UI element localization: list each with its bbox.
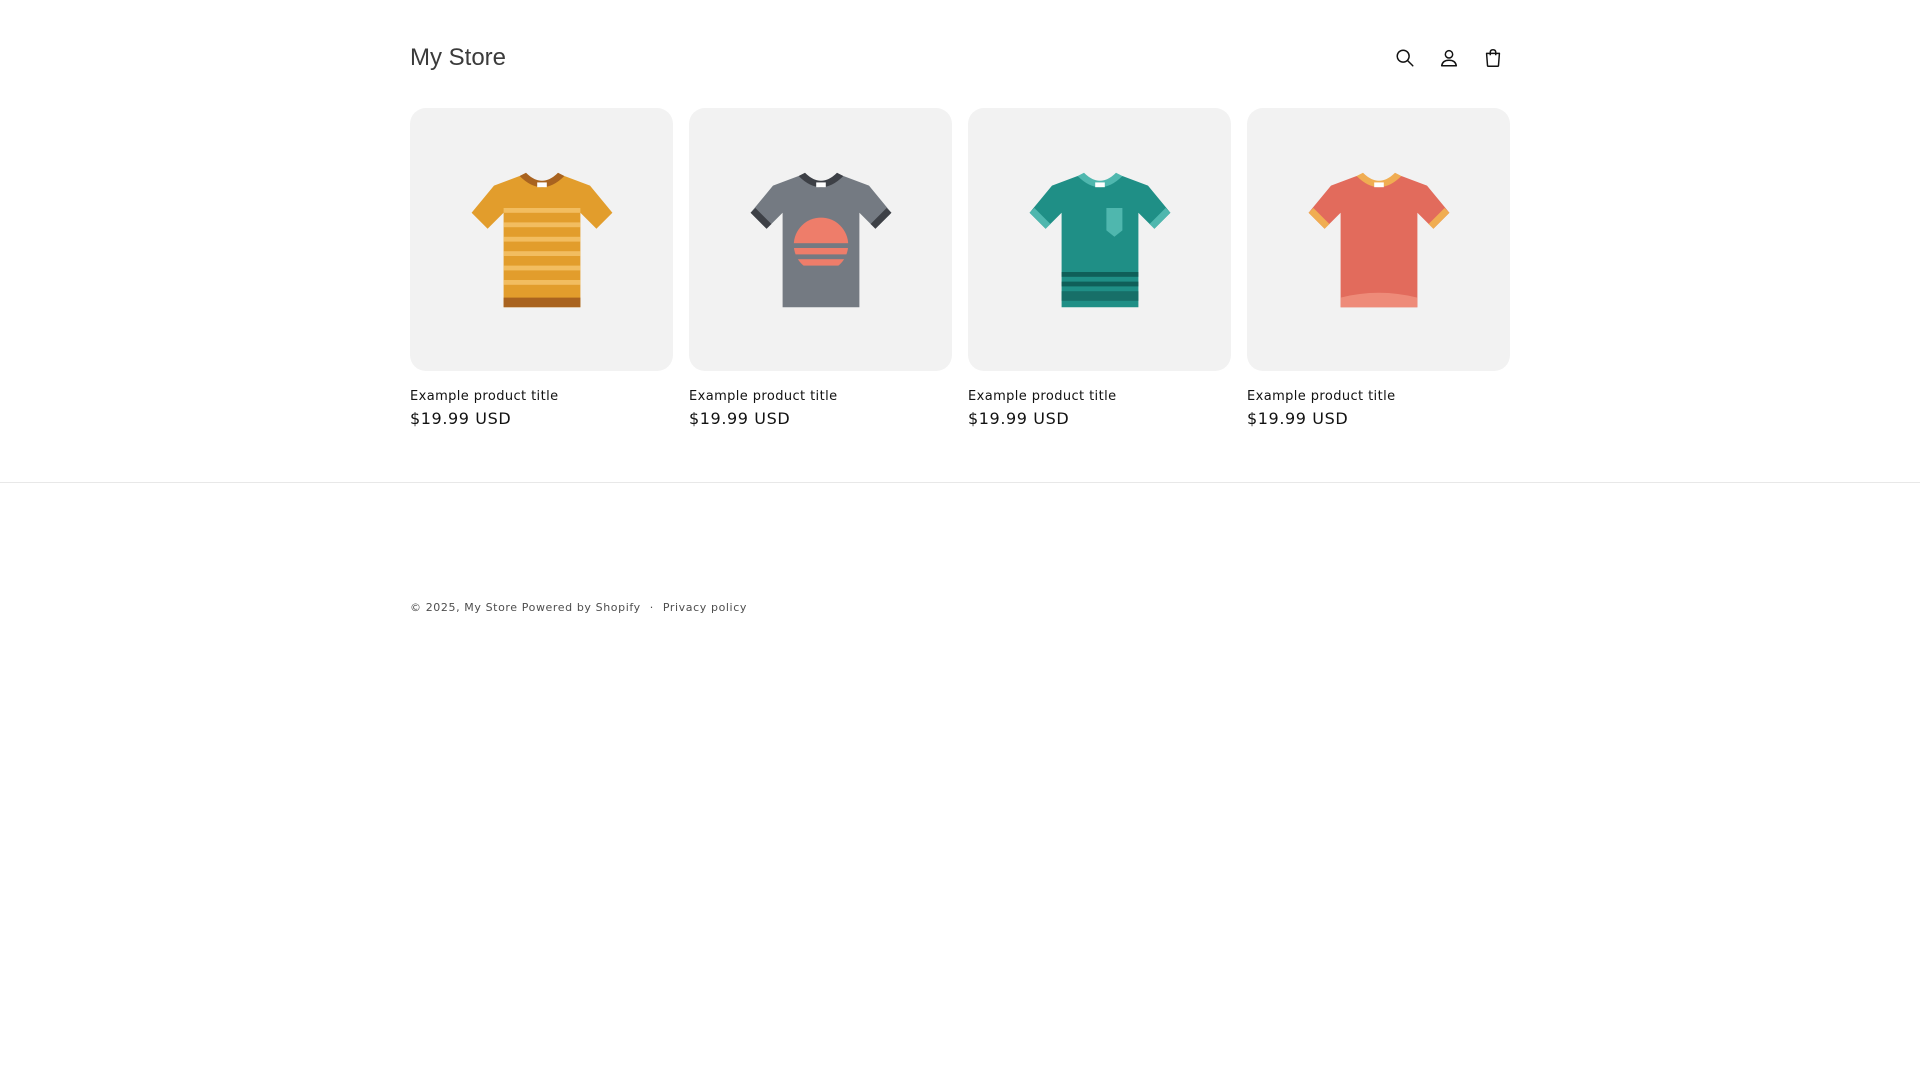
product-title[interactable]: Example product title — [1247, 389, 1510, 405]
product-card[interactable]: Example product title $19.99 USD — [410, 108, 673, 429]
search-icon[interactable] — [1394, 47, 1416, 69]
product-image[interactable] — [689, 108, 952, 371]
product-title[interactable]: Example product title — [410, 389, 673, 405]
product-card[interactable]: Example product title $19.99 USD — [1247, 108, 1510, 429]
product-title[interactable]: Example product title — [689, 389, 952, 405]
orange-striped-tshirt-icon — [471, 172, 612, 307]
product-price: $19.99 USD — [689, 409, 791, 428]
product-image[interactable] — [1247, 108, 1510, 371]
header-icons — [1394, 47, 1504, 69]
footer-store-link[interactable]: My Store — [464, 601, 517, 614]
coral-ringer-tshirt-icon — [1308, 172, 1449, 307]
powered-by-shopify-link[interactable]: Powered by Shopify — [522, 601, 641, 614]
product-price: $19.99 USD — [410, 409, 512, 428]
store-logo-link[interactable]: My Store — [410, 44, 506, 72]
copyright-text: © 2025, — [410, 601, 461, 614]
teal-pocket-tshirt-icon — [1029, 172, 1170, 307]
product-image[interactable] — [410, 108, 673, 371]
account-icon[interactable] — [1438, 47, 1460, 69]
site-header: My Store — [410, 30, 1510, 86]
product-price: $19.99 USD — [1247, 409, 1349, 428]
cart-icon[interactable] — [1482, 47, 1504, 69]
product-image[interactable] — [968, 108, 1231, 371]
privacy-policy-link[interactable]: Privacy policy — [663, 601, 747, 614]
site-footer: © 2025, My Store Powered by Shopify · Pr… — [410, 601, 747, 614]
product-title[interactable]: Example product title — [968, 389, 1231, 405]
product-card[interactable]: Example product title $19.99 USD — [689, 108, 952, 429]
product-price: $19.99 USD — [968, 409, 1070, 428]
footer-separator: · — [649, 601, 654, 614]
product-card[interactable]: Example product title $19.99 USD — [968, 108, 1231, 429]
footer-divider — [0, 482, 1920, 483]
gray-sunset-tshirt-icon — [750, 172, 891, 307]
product-grid: Example product title $19.99 USD Example… — [410, 108, 1511, 429]
